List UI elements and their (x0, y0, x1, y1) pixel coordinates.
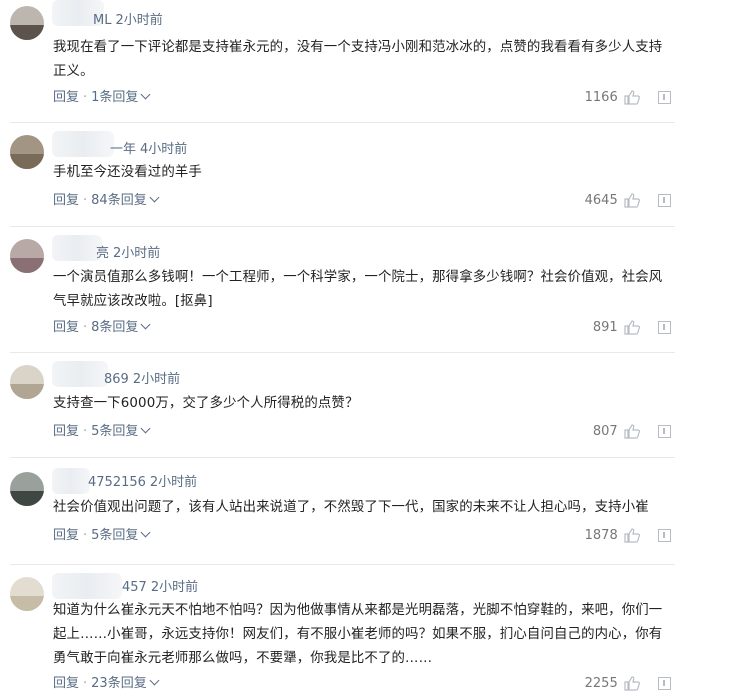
comment-item: 一年 4小时前 手机至今还没看过的羊手 回复 · 84条回复 4645 (10, 123, 675, 227)
comment-right-actions: 807 (593, 423, 671, 441)
report-icon[interactable] (658, 91, 671, 104)
username[interactable]: 457 (122, 580, 147, 595)
comment-actions: 回复 · 84条回复 (53, 192, 160, 210)
like-count: 891 (592, 320, 618, 335)
report-icon[interactable] (658, 194, 671, 207)
timestamp: 2小时前 (132, 372, 181, 387)
thumbs-up-icon[interactable] (624, 528, 640, 543)
chevron-down-icon (140, 527, 151, 538)
report-icon[interactable] (658, 321, 671, 334)
avatar[interactable] (10, 365, 44, 399)
reply-button[interactable]: 回复 (53, 528, 79, 543)
timestamp: 2小时前 (150, 580, 199, 595)
comment-actions: 回复 · 5条回复 (53, 423, 151, 441)
username[interactable]: ML (93, 13, 111, 28)
comment-meta: ML 2小时前 (93, 12, 163, 30)
chevron-down-icon (140, 89, 151, 100)
username-blurred (52, 468, 90, 494)
thumbs-up-icon[interactable] (624, 320, 640, 335)
username[interactable]: 一年 (110, 142, 136, 157)
view-replies-button[interactable]: 1条回复 (91, 89, 151, 105)
comment-text: 社会价值观出问题了，该有人站出来说道了，不然毁了下一代，国家的未来不让人担心吗，… (53, 500, 649, 515)
comment-text: 支持查一下6000万，交了多少个人所得税的点赞？ (53, 396, 359, 411)
replies-count: 5条回复 (91, 528, 139, 543)
thumbs-up-icon[interactable] (624, 676, 640, 691)
comment-right-actions: 2255 (585, 675, 671, 693)
replies-count: 23条回复 (91, 676, 147, 691)
view-replies-button[interactable]: 84条回复 (91, 192, 160, 208)
thumbs-up-icon[interactable] (624, 90, 640, 105)
chevron-down-icon (149, 675, 160, 686)
username-blurred (52, 573, 122, 599)
username[interactable]: 869 (104, 372, 129, 387)
timestamp: 2小时前 (115, 13, 163, 28)
like-count: 1166 (584, 90, 618, 105)
username-blurred (52, 235, 102, 261)
username-blurred (52, 131, 114, 157)
comment-actions: 回复 · 5条回复 (53, 527, 151, 545)
replies-count: 84条回复 (91, 193, 147, 208)
view-replies-button[interactable]: 5条回复 (91, 527, 151, 543)
avatar[interactable] (10, 6, 44, 40)
comment-meta: 亮 2小时前 (96, 245, 160, 263)
comment-meta: 一年 4小时前 (110, 141, 187, 159)
like-count: 1878 (584, 528, 618, 543)
view-replies-button[interactable]: 5条回复 (91, 423, 151, 439)
chevron-down-icon (149, 192, 160, 203)
timestamp: 4小时前 (140, 142, 188, 157)
view-replies-button[interactable]: 23条回复 (91, 675, 160, 691)
comment-meta: 4752156 2小时前 (88, 474, 197, 492)
timestamp: 2小时前 (149, 475, 198, 490)
username-blurred (52, 361, 108, 387)
replies-count: 1条回复 (91, 90, 139, 105)
avatar[interactable] (10, 577, 44, 611)
comment-right-actions: 891 (593, 319, 671, 337)
comment-text: 手机至今还没看过的羊手 (53, 165, 202, 180)
replies-count: 5条回复 (91, 424, 139, 439)
avatar[interactable] (10, 472, 44, 506)
reply-button[interactable]: 回复 (53, 424, 79, 439)
comment-actions: 回复 · 8条回复 (53, 319, 151, 337)
reply-button[interactable]: 回复 (53, 193, 79, 208)
thumbs-up-icon[interactable] (624, 193, 640, 208)
username[interactable]: 亮 (96, 246, 109, 261)
comment-text: 知道为什么崔永元天不怕地不怕吗？因为他做事情从来都是光明磊落，光脚不怕穿鞋的，来… (53, 603, 663, 666)
comment-text: 一个演员值那么多钱啊！一个工程师，一个科学家，一个院士，那得拿多少钱啊？社会价值… (53, 270, 663, 309)
chevron-down-icon (140, 319, 151, 330)
view-replies-button[interactable]: 8条回复 (91, 319, 151, 335)
reply-button[interactable]: 回复 (53, 320, 79, 335)
avatar[interactable] (10, 239, 44, 273)
comment-text: 我现在看了一下评论都是支持崔永元的，没有一个支持冯小刚和范冰冰的，点赞的我看看有… (53, 40, 663, 79)
comment-item: ML 2小时前 我现在看了一下评论都是支持崔永元的，没有一个支持冯小刚和范冰冰的，… (10, 0, 675, 123)
comment-meta: 869 2小时前 (104, 371, 180, 389)
like-count: 807 (592, 424, 618, 439)
like-count: 4645 (584, 193, 618, 208)
report-icon[interactable] (658, 677, 671, 690)
comment-actions: 回复 · 1条回复 (53, 89, 151, 107)
comment-item: 869 2小时前 支持查一下6000万，交了多少个人所得税的点赞？ 回复 · 5条回复… (10, 353, 675, 458)
comment-item: 亮 2小时前 一个演员值那么多钱啊！一个工程师，一个科学家，一个院士，那得拿多少钱… (10, 227, 675, 353)
reply-button[interactable]: 回复 (53, 90, 79, 105)
comment-item: 457 2小时前 知道为什么崔永元天不怕地不怕吗？因为他做事情从来都是光明磊落，光… (10, 565, 675, 692)
thumbs-up-icon[interactable] (624, 424, 640, 439)
report-icon[interactable] (658, 425, 671, 438)
comment-item: 4752156 2小时前 社会价值观出问题了，该有人站出来说道了，不然毁了下一代，… (10, 458, 675, 565)
comment-right-actions: 1166 (585, 89, 671, 107)
avatar[interactable] (10, 135, 44, 169)
like-count: 2255 (584, 676, 618, 691)
timestamp: 2小时前 (113, 246, 161, 261)
comment-meta: 457 2小时前 (122, 579, 198, 597)
username[interactable]: 4752156 (88, 475, 146, 490)
chevron-down-icon (140, 423, 151, 434)
replies-count: 8条回复 (91, 320, 139, 335)
reply-button[interactable]: 回复 (53, 676, 79, 691)
report-icon[interactable] (658, 529, 671, 542)
comment-actions: 回复 · 23条回复 (53, 675, 160, 693)
comment-right-actions: 1878 (585, 527, 671, 545)
comment-right-actions: 4645 (585, 192, 671, 210)
